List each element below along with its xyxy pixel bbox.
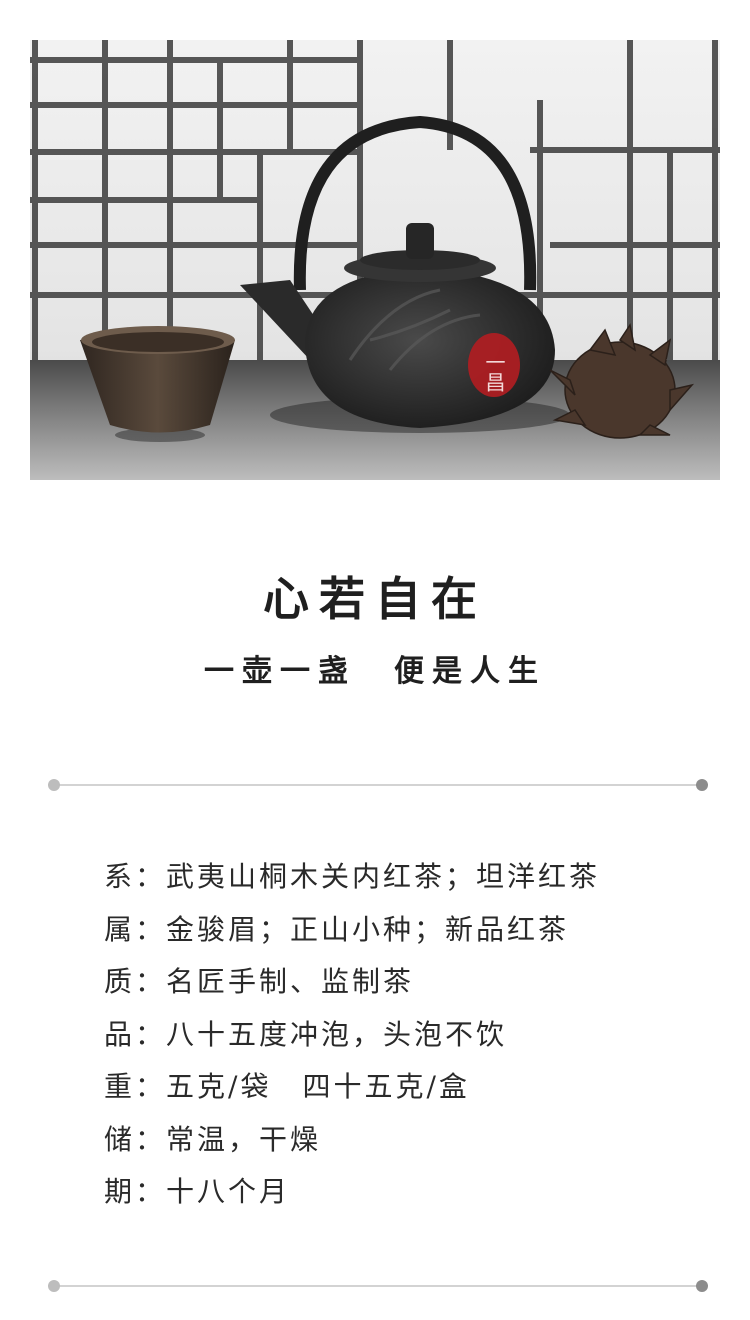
- spec-label: 期：: [104, 1175, 167, 1208]
- spec-value: 常温，干燥: [166, 1122, 322, 1156]
- spec-row-weight: 重：五克/袋 四十五克/盒: [104, 1065, 704, 1118]
- spec-label: 重：: [104, 1070, 167, 1103]
- divider-bottom: [48, 1280, 708, 1292]
- page-title: 心若自在: [263, 572, 487, 626]
- spec-row-quality: 质：名匠手制、监制茶: [104, 960, 704, 1013]
- spec-row-storage: 储：常温，干燥: [104, 1118, 704, 1171]
- spec-label: 质：: [104, 965, 167, 998]
- seal-text: 一昌: [482, 352, 506, 392]
- hero-photo: 一昌: [30, 40, 720, 480]
- spec-row-brewing: 品：八十五度冲泡，头泡不饮: [104, 1013, 704, 1066]
- teapot-photo-illustration: 一昌: [30, 40, 720, 480]
- spec-row-category: 属：金骏眉；正山小种；新品红茶: [104, 908, 704, 961]
- divider-dot: [696, 1280, 708, 1292]
- spec-list: 系：武夷山桐木关内红茶；坦洋红茶 属：金骏眉；正山小种；新品红茶 质：名匠手制、…: [104, 855, 704, 1223]
- spec-label: 属：: [104, 912, 167, 946]
- divider-dot: [48, 1280, 60, 1292]
- page-subtitle: 一壶一盏 便是人生: [204, 654, 546, 689]
- spec-value: 八十五度冲泡，头泡不饮: [166, 1017, 508, 1051]
- divider-dot: [696, 779, 708, 791]
- spec-label: 品：: [104, 1017, 167, 1051]
- spec-value: 五克/袋 四十五克/盒: [166, 1070, 470, 1103]
- divider-dot: [48, 779, 60, 791]
- divider-top: [48, 779, 708, 791]
- spec-value: 金骏眉；正山小种；新品红茶: [166, 912, 570, 946]
- spec-value: 十八个月: [166, 1175, 291, 1208]
- spec-value: 名匠手制、监制茶: [166, 965, 415, 998]
- spec-row-series: 系：武夷山桐木关内红茶；坦洋红茶: [104, 855, 704, 908]
- spec-label: 系：: [104, 860, 167, 893]
- spec-value: 武夷山桐木关内红茶；坦洋红茶: [166, 860, 601, 893]
- spec-label: 储：: [104, 1122, 167, 1156]
- spec-row-shelf-life: 期：十八个月: [104, 1170, 704, 1223]
